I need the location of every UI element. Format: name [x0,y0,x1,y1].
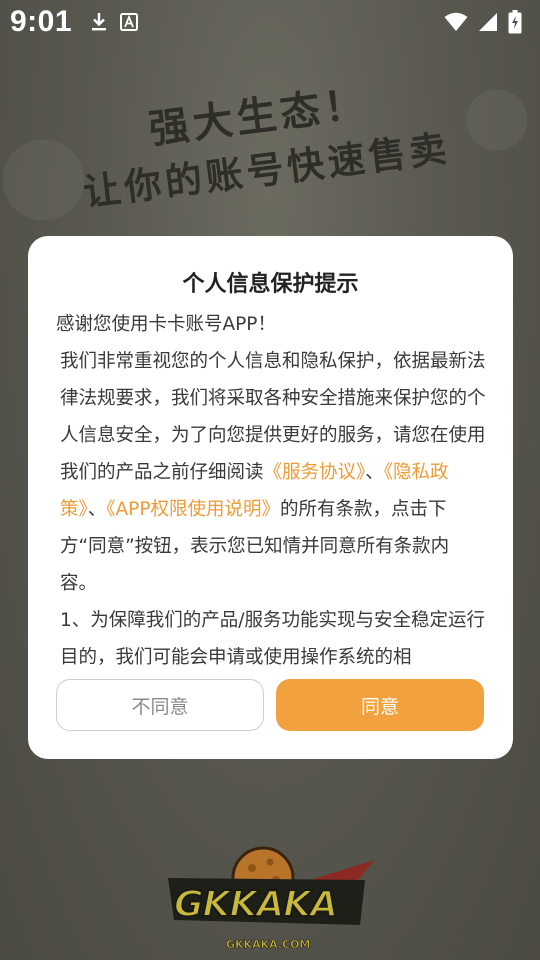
dialog-title: 个人信息保护提示 [182,272,359,297]
agree-button[interactable]: 同意 [276,679,484,731]
status-time: 9:01 [10,5,73,38]
status-right-icons [442,10,530,34]
dialog-paragraph-1: 我们非常重视您的个人信息和隐私保护，依据最新法律法规要求，我们将采取各种安全措施… [56,343,486,602]
download-icon [90,11,108,33]
separator-2: 、 [87,499,107,520]
font-a-icon [120,13,139,31]
service-agreement-link[interactable]: 《服务协议》 [264,462,366,483]
dialog-body[interactable]: 感谢您使用卡卡账号APP！ 我们非常重视您的个人信息和隐私保护，依据最新法律法规… [56,306,486,666]
dialog-paragraph-2: 1、为保障我们的产品/服务功能实现与安全稳定运行目的，我们可能会申请或使用操作系… [60,610,486,666]
dialog-greeting: 感谢您使用卡卡账号APP！ [56,314,276,335]
separator-1: 、 [365,462,384,483]
disagree-button[interactable]: 不同意 [56,679,264,731]
gkkaka-logo: GKKAKA GKKAKA.COM [160,840,385,955]
status-bar: 9:01 [0,0,540,44]
privacy-dialog: 个人信息保护提示 感谢您使用卡卡账号APP！ 我们非常重视您的个人信息和隐私保护… [28,236,513,759]
battery-charging-icon [508,10,522,34]
logo-domain: GKKAKA.COM [226,938,310,951]
logo-wordmark: GKKAKA [174,884,337,925]
app-permission-link[interactable]: 《APP权限使用说明》 [106,499,280,520]
wifi-icon [444,12,468,32]
signal-icon [478,12,498,32]
